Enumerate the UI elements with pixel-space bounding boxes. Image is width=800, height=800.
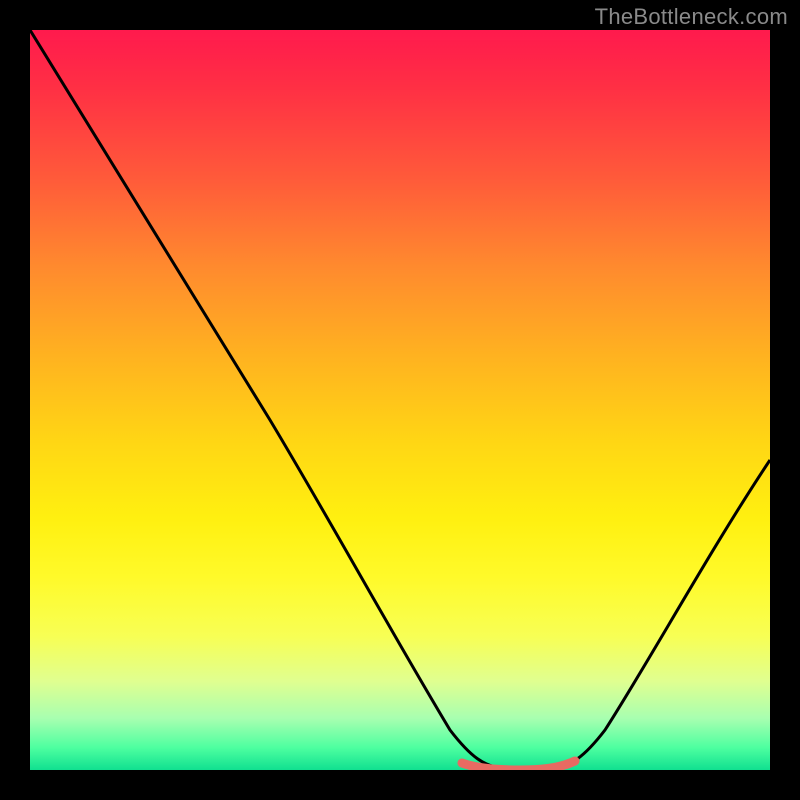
chart-frame: TheBottleneck.com: [0, 0, 800, 800]
flat-minimum-marker: [462, 761, 575, 770]
watermark-text: TheBottleneck.com: [595, 4, 788, 30]
curve-layer: [30, 30, 770, 770]
bottleneck-curve-path: [30, 30, 770, 768]
plot-area: [30, 30, 770, 770]
